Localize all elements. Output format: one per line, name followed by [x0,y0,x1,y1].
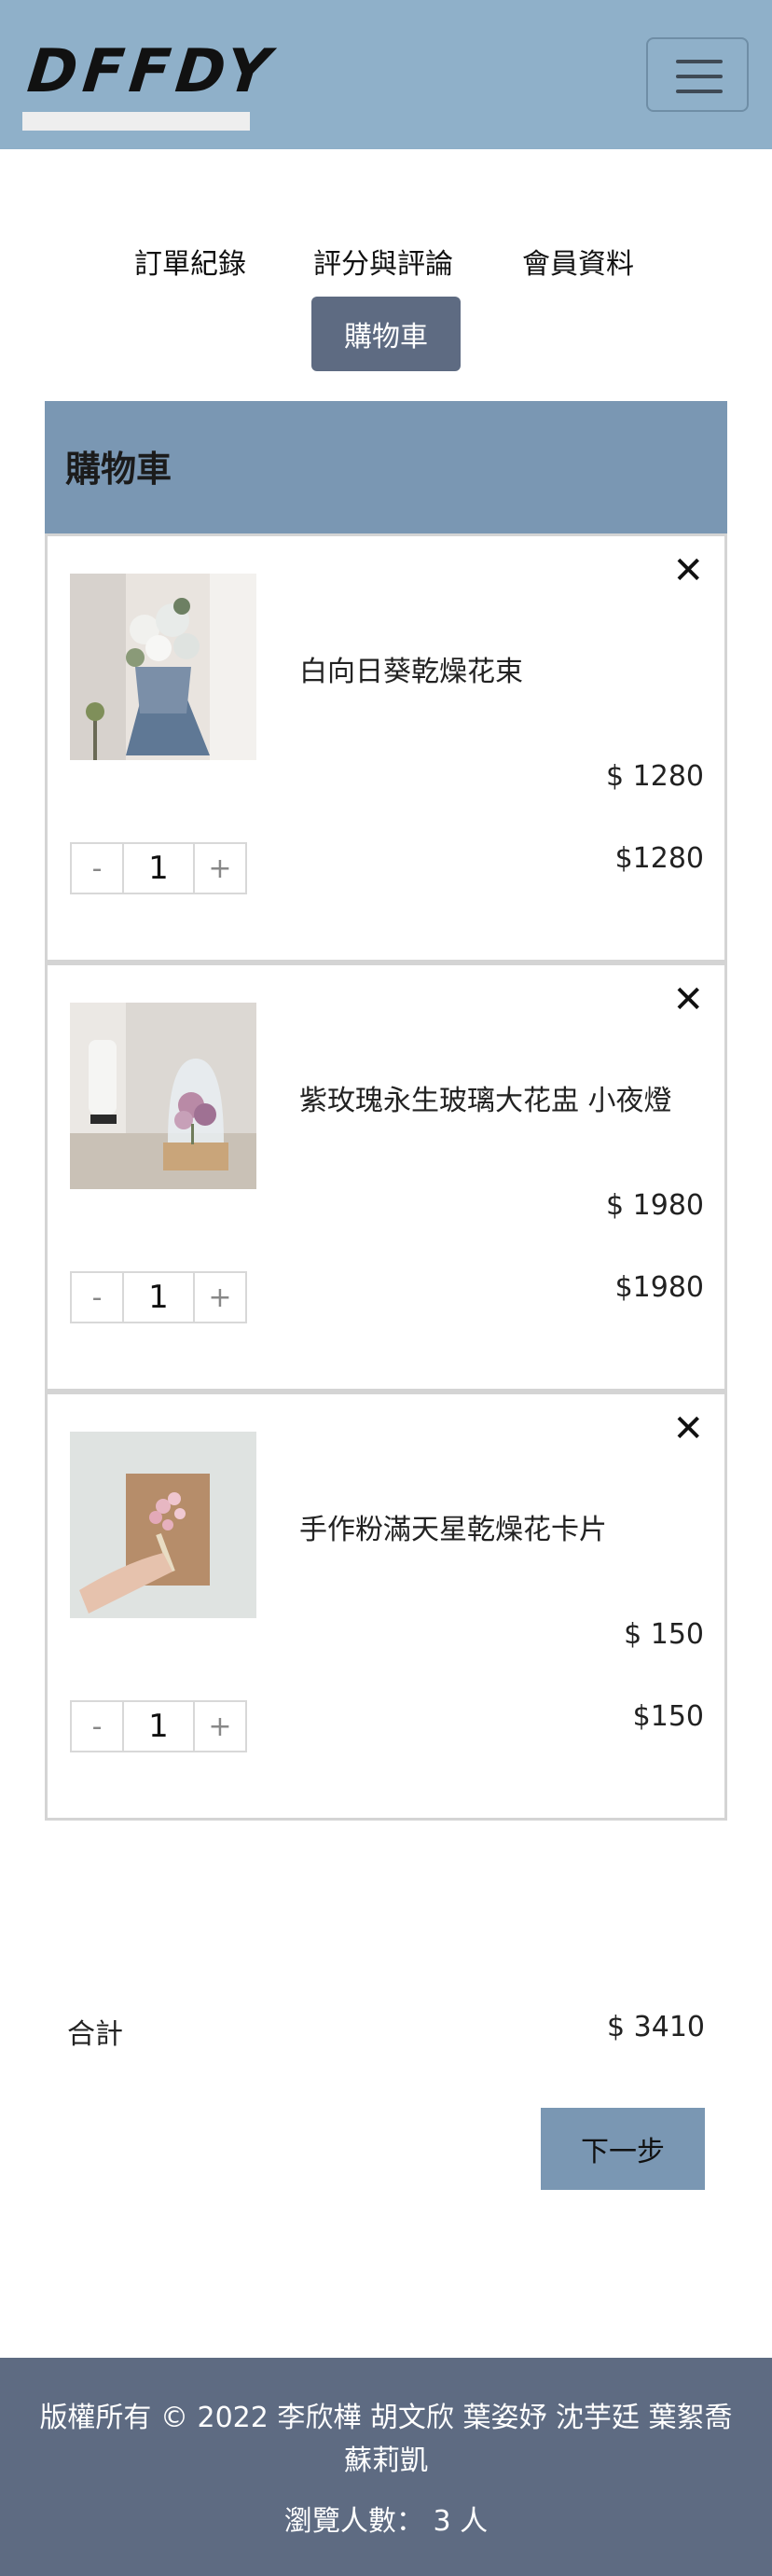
decrement-button[interactable]: - [72,1273,122,1322]
logo[interactable]: DFFDY [24,37,279,106]
cart-item: ✕ 白向日葵乾燥花束 $ 1280 - 1 + $1280 [45,533,727,963]
quantity-value[interactable]: 1 [122,844,195,893]
site-header: DFFDY [0,0,772,149]
hamburger-icon-line [676,75,723,78]
nav-orders[interactable]: 訂單紀錄 [134,241,246,282]
close-icon[interactable]: ✕ [672,978,704,1021]
nav-reviews[interactable]: 評分與評論 [313,241,453,282]
increment-button[interactable]: + [195,1273,245,1322]
site-footer: 版權所有 © 2022 李欣樺 胡文欣 葉姿妤 沈芋廷 葉絮喬 蘇莉凱 瀏覽人數… [0,2358,772,2576]
hamburger-icon-line [676,90,723,93]
copyright-text: 版權所有 © 2022 李欣樺 胡文欣 葉姿妤 沈芋廷 葉絮喬 蘇莉凱 [39,2402,733,2477]
quantity-stepper: - 1 + [70,1700,247,1752]
close-icon[interactable]: ✕ [672,1407,704,1450]
next-step-button[interactable]: 下一步 [541,2108,705,2190]
logo-underline [22,112,250,131]
item-subtotal: $150 [632,1700,704,1733]
quantity-stepper: - 1 + [70,842,247,894]
product-name[interactable]: 白向日葵乾燥花束 [299,648,523,689]
increment-button[interactable]: + [195,844,245,893]
visitor-count: 瀏覽人數： 3 人 [283,2505,489,2538]
nav-cart[interactable]: 購物車 [311,297,461,371]
product-image[interactable] [70,574,256,760]
product-price: $ 1280 [606,760,704,793]
product-name[interactable]: 紫玫瑰永生玻璃大花盅 小夜燈 [299,1077,672,1118]
total-label: 合計 [67,2018,123,2051]
quantity-stepper: - 1 + [70,1271,247,1323]
cart-item: ✕ 紫玫瑰永生玻璃大花盅 小夜燈 $ 1980 - 1 + $1980 [45,963,727,1392]
product-price: $ 150 [624,1618,704,1651]
item-subtotal: $1280 [614,842,704,875]
menu-toggle-button[interactable] [646,37,749,112]
total-value: $ 3410 [607,2011,705,2043]
cart-item: ✕ 手作粉滿天星乾燥花卡片 $ 150 - 1 + $150 [45,1392,727,1821]
decrement-button[interactable]: - [72,1702,122,1751]
quantity-value[interactable]: 1 [122,1702,195,1751]
nav-profile[interactable]: 會員資料 [522,241,634,282]
cart-header: 購物車 [45,401,727,533]
quantity-value[interactable]: 1 [122,1273,195,1322]
product-image[interactable] [70,1432,256,1618]
item-subtotal: $1980 [614,1271,704,1304]
hamburger-icon [676,60,723,63]
product-name[interactable]: 手作粉滿天星乾燥花卡片 [299,1506,607,1547]
product-price: $ 1980 [606,1189,704,1222]
cart-title: 購物車 [65,449,172,490]
increment-button[interactable]: + [195,1702,245,1751]
close-icon[interactable]: ✕ [672,549,704,592]
product-image[interactable] [70,1003,256,1189]
decrement-button[interactable]: - [72,844,122,893]
